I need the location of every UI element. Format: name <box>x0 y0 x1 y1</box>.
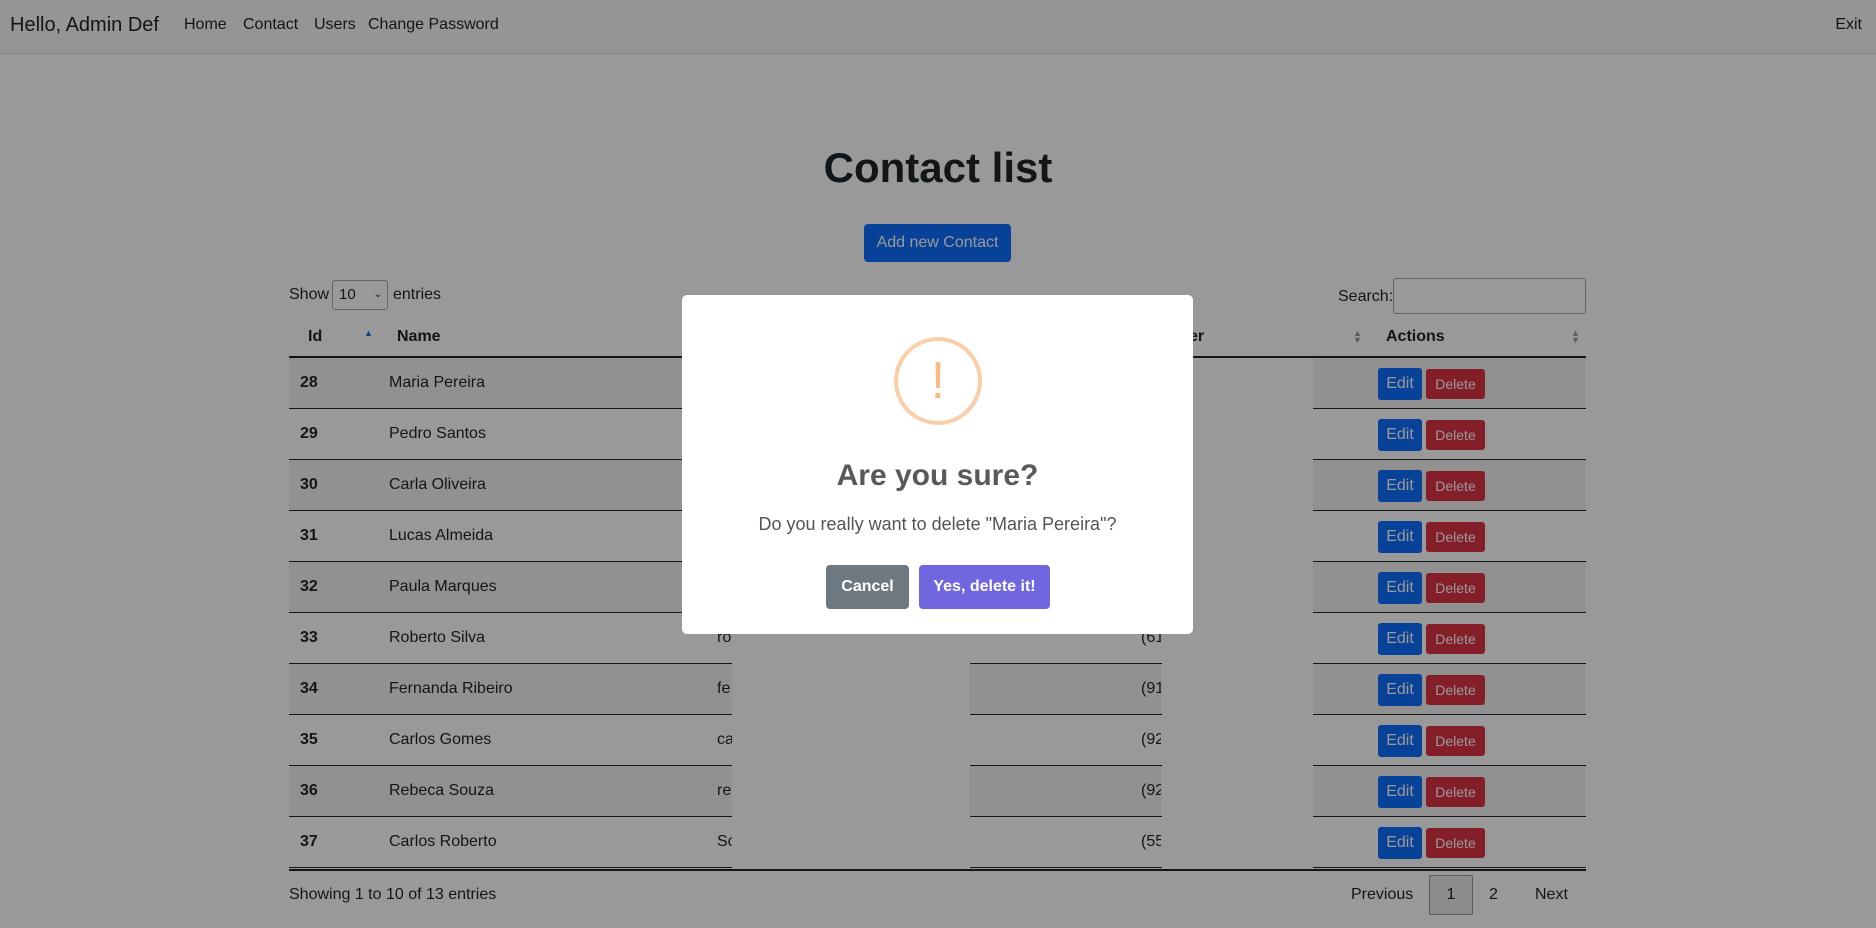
confirm-delete-button[interactable]: Yes, delete it! <box>919 565 1050 609</box>
warning-exclamation: ! <box>930 352 946 410</box>
confirm-dialog: ! Are you sure? Do you really want to de… <box>682 295 1193 634</box>
dialog-title: Are you sure? <box>836 459 1039 492</box>
warning-icon: ! <box>894 337 982 425</box>
cancel-button[interactable]: Cancel <box>826 565 909 609</box>
dialog-text: Do you really want to delete "Maria Pere… <box>758 514 1117 534</box>
